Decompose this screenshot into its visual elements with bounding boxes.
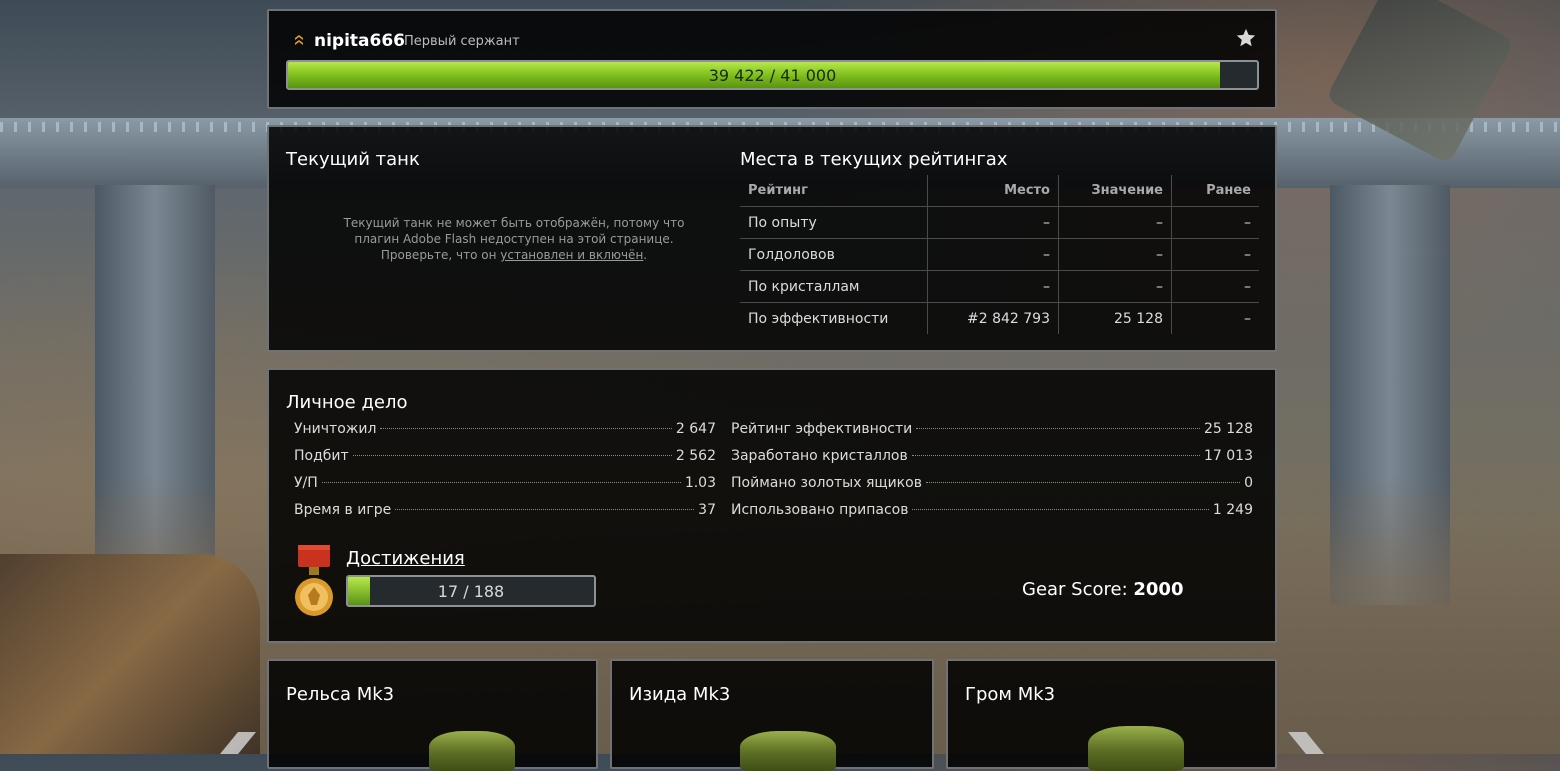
flash-message-line2: плагин Adobe Flash недоступен на этой ст… [354, 232, 674, 246]
tank-ratings-panel: Текущий танк Текущий танк не может быть … [267, 125, 1277, 352]
dot-leader [321, 482, 681, 483]
rank-title: Первый сержант [404, 34, 520, 49]
favorite-star-icon[interactable] [1235, 27, 1257, 49]
xp-progress-bar: 39 422 / 41 000 [286, 60, 1259, 90]
dot-leader [395, 509, 695, 510]
item-card-title: Гром Mk3 [965, 684, 1056, 705]
rating-name: По опыту [740, 206, 928, 239]
gear-score: Gear Score: 2000 [1022, 579, 1183, 600]
scroll-left-arrow-icon[interactable] [218, 732, 258, 754]
table-row: По эффективности #2 842 793 25 128 – [740, 302, 1259, 334]
stat-label: Уничтожил [294, 421, 377, 437]
stat-row: Заработано кристаллов 17 013 [731, 448, 1253, 475]
dot-leader [916, 428, 1200, 429]
rating-previous: – [1171, 270, 1259, 303]
table-row: По кристаллам – – – [740, 270, 1259, 303]
scroll-right-arrow-icon[interactable] [1286, 732, 1326, 754]
stat-row: Поймано золотых ящиков 0 [731, 475, 1253, 502]
stat-row: Время в игре 37 [294, 502, 716, 529]
achievements-progress-bar: 17 / 188 [346, 575, 596, 607]
stat-value: 17 013 [1204, 448, 1253, 464]
rating-name: По эффективности [748, 310, 889, 327]
achievement-medal-icon [294, 545, 334, 627]
achievements-progress-text: 17 / 188 [437, 582, 505, 601]
item-card-title: Изида Mk3 [629, 684, 731, 705]
flash-message-prefix: Проверьте, что он [380, 248, 501, 262]
stat-value: 1.03 [684, 475, 716, 491]
rating-value: 25 128 [1058, 302, 1172, 334]
table-row: По опыту – – – [740, 206, 1259, 239]
personal-file-panel: Личное дело Уничтожил 2 647 Подбит 2 562 У… [267, 368, 1277, 643]
ratings-header-row: Рейтинг Место Значение Ранее [740, 175, 1259, 207]
rating-name: По кристаллам [740, 270, 928, 303]
rating-value: – [1058, 238, 1172, 271]
dot-leader [912, 509, 1209, 510]
rating-place: – [927, 270, 1059, 303]
stat-row: Уничтожил 2 647 [294, 421, 716, 448]
xp-progress-text: 39 422 / 41 000 [708, 66, 837, 85]
rating-place: #2 842 793 [927, 302, 1059, 334]
stat-row: Рейтинг эффективности 25 128 [731, 421, 1253, 448]
item-card[interactable]: Рельса Mk3 [267, 659, 598, 771]
stat-row: Использовано припасов 1 249 [731, 502, 1253, 529]
stat-value: 2 562 [675, 448, 716, 464]
isida-turret-image [740, 731, 836, 771]
ratings-table: Рейтинг Место Значение Ранее По опыту – … [740, 175, 1259, 334]
gear-score-value: 2000 [1133, 579, 1184, 600]
thunder-turret-image [1088, 726, 1184, 771]
stat-row: У/П 1.03 [294, 475, 716, 502]
stat-label: Поймано золотых ящиков [731, 475, 922, 491]
profile-header-panel: nipita666 Первый сержант 39 422 / 41 000 [267, 9, 1277, 109]
stat-row: Подбит 2 562 [294, 448, 716, 475]
ratings-col-rating: Рейтинг [740, 175, 928, 207]
stat-value: 25 128 [1204, 421, 1253, 437]
stat-label: У/П [294, 475, 318, 491]
rating-value: – [1058, 206, 1172, 239]
rating-previous: – [1171, 206, 1259, 239]
table-row: Голдоловов – – – [740, 238, 1259, 271]
stat-label: Заработано кристаллов [731, 448, 908, 464]
flash-help-link[interactable]: установлен и включён [500, 248, 643, 262]
ratings-col-previous: Ранее [1171, 175, 1259, 207]
dot-leader [352, 455, 672, 456]
rating-value: – [1058, 270, 1172, 303]
item-card-title: Рельса Mk3 [286, 684, 395, 705]
flash-message-line1: Текущий танк не может быть отображён, по… [343, 216, 685, 230]
dot-leader [380, 428, 672, 429]
achievements-link[interactable]: Достижения [346, 548, 465, 569]
rank-icon [294, 33, 304, 47]
stat-label: Время в игре [294, 502, 392, 518]
username: nipita666 [314, 31, 406, 51]
dot-leader [925, 482, 1241, 483]
rating-previous: – [1171, 302, 1259, 334]
stat-value: 37 [698, 502, 716, 518]
stat-label: Использовано припасов [731, 502, 909, 518]
dot-leader [911, 455, 1200, 456]
ratings-heading: Места в текущих рейтингах [740, 149, 1008, 170]
flash-unavailable-message: Текущий танк не может быть отображён, по… [299, 215, 729, 263]
stat-value: 0 [1244, 475, 1253, 491]
stat-label: Рейтинг эффективности [731, 421, 913, 437]
flash-message-suffix: . [643, 248, 648, 262]
rating-name: Голдоловов [740, 238, 928, 271]
flash-message-line3: Проверьте, что он установлен и включён. [299, 247, 729, 263]
stat-value: 1 249 [1212, 502, 1253, 518]
rating-previous: – [1171, 238, 1259, 271]
item-card[interactable]: Изида Mk3 [610, 659, 934, 771]
stat-value: 2 647 [675, 421, 716, 437]
railgun-turret-image [429, 731, 515, 771]
stat-label: Подбит [294, 448, 349, 464]
rating-place: – [927, 206, 1059, 239]
gear-score-label: Gear Score: [1022, 579, 1134, 600]
ratings-col-place: Место [927, 175, 1059, 207]
ratings-col-value: Значение [1058, 175, 1172, 207]
current-tank-heading: Текущий танк [286, 149, 420, 170]
item-card[interactable]: Гром Mk3 [946, 659, 1277, 771]
turret-artwork [0, 554, 260, 754]
personal-file-heading: Личное дело [286, 392, 408, 413]
rating-place: – [927, 238, 1059, 271]
